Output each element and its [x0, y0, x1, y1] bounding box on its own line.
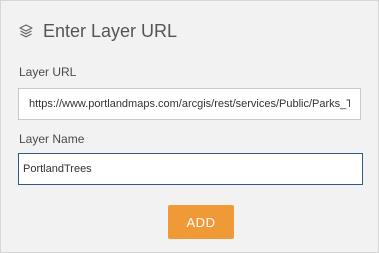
add-layer-panel: Enter Layer URL Layer URL Layer Name ADD [0, 0, 379, 253]
layer-name-input[interactable] [18, 153, 363, 185]
layer-url-label: Layer URL [19, 65, 77, 79]
layer-url-input[interactable] [18, 88, 361, 120]
add-button[interactable]: ADD [168, 205, 234, 239]
panel-header: Enter Layer URL [17, 17, 177, 45]
layer-name-label: Layer Name [19, 132, 85, 146]
dialog-title: Enter Layer URL [43, 20, 178, 41]
layers-icon [17, 22, 35, 40]
